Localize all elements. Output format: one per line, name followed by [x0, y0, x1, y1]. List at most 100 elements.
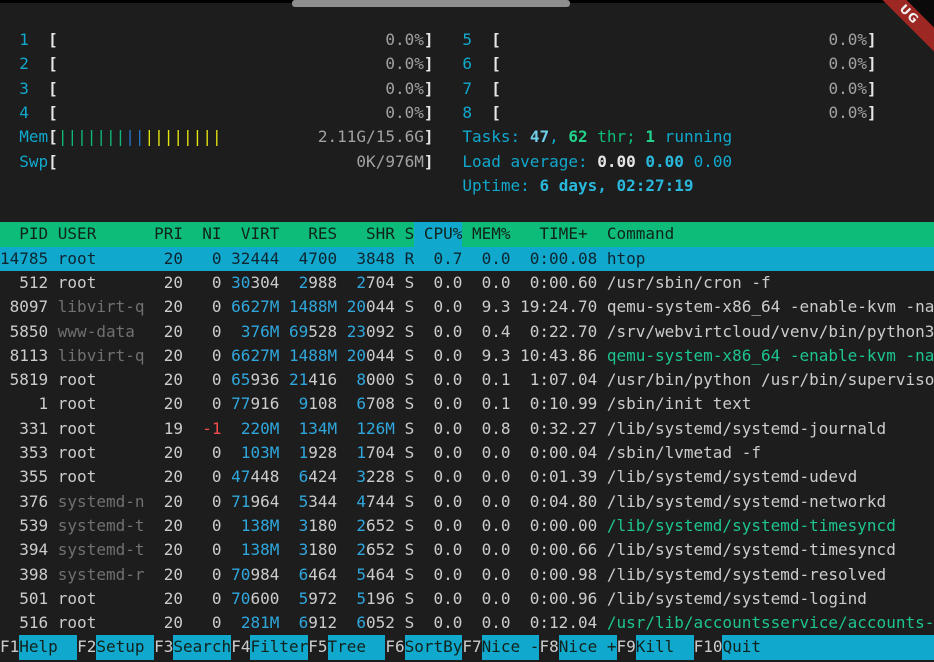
process-row-355[interactable]: 355 root 20 04744864243228 S 0.0 0.0 0:0… [0, 465, 934, 489]
cell-ni: 0 [183, 295, 222, 319]
fnkey-f5[interactable]: F5Tree [308, 635, 385, 659]
fnkey-f3[interactable]: F3Search [154, 635, 231, 659]
cell-user: root [48, 247, 144, 271]
cell-res: 4700 [279, 247, 337, 271]
fnkey-f10[interactable]: F10Quit [694, 635, 934, 659]
process-row-331[interactable]: 331 root 19 -1220M134M126M S 0.0 0.8 0:3… [0, 417, 934, 441]
cell-shr: 126M [337, 417, 395, 441]
cell-mem: 9.3 [462, 344, 510, 368]
fnkey-f9[interactable]: F9Kill [617, 635, 694, 659]
column-header-s[interactable]: S [395, 222, 414, 246]
process-row-539[interactable]: 539 systemd-t 20 0138M31802652 S 0.0 0.0… [0, 514, 934, 538]
process-row-398[interactable]: 398 systemd-r 20 07098464645464 S 0.0 0.… [0, 563, 934, 587]
cell-virt: 77916 [222, 392, 280, 416]
swap-meter: Swp[0K/976M] [0, 150, 434, 174]
cell-command: /sbin/init text [597, 392, 934, 416]
cell-shr: 5464 [337, 563, 395, 587]
cell-cpu: 0.0 [414, 344, 462, 368]
column-header-pid[interactable]: PID [0, 222, 48, 246]
cell-pid: 394 [0, 538, 48, 562]
cell-pid: 331 [0, 417, 48, 441]
fnkey-key: F5 [308, 635, 327, 659]
cell-cpu: 0.0 [414, 611, 462, 635]
fnkey-f7[interactable]: F7Nice - [462, 635, 539, 659]
process-row-1[interactable]: 1 root 20 07791691086708 S 0.0 0.1 0:10.… [0, 392, 934, 416]
cell-mem: 0.0 [462, 441, 510, 465]
cell-ni: 0 [183, 320, 222, 344]
fnkey-label: Nice + [559, 635, 617, 659]
process-row-5850[interactable]: 5850 www-data 20 0376M6952823092 S 0.0 0… [0, 320, 934, 344]
process-row-14785[interactable]: 14785 root 20 03244447003848 R 0.7 0.0 0… [0, 247, 934, 271]
cell-time: 0:00.08 [511, 247, 598, 271]
cell-mem: 0.1 [462, 392, 510, 416]
process-row-8097[interactable]: 8097 libvirt-q 20 06627M1488M20044 S 0.0… [0, 295, 934, 319]
column-header-mem[interactable]: MEM% [462, 222, 510, 246]
process-row-394[interactable]: 394 systemd-t 20 0138M31802652 S 0.0 0.0… [0, 538, 934, 562]
cell-shr: 23092 [337, 320, 395, 344]
cell-user: root [48, 392, 144, 416]
cell-virt: 281M [222, 611, 280, 635]
cpu-meter-4: 4 [0.0%] [0, 101, 434, 125]
cell-ni: 0 [183, 538, 222, 562]
cell-virt: 6627M [222, 344, 280, 368]
fnkey-label: Search [173, 635, 231, 659]
cell-pri: 20 [144, 392, 183, 416]
cell-command: /lib/systemd/systemd-networkd [597, 490, 934, 514]
cell-shr: 2652 [337, 514, 395, 538]
process-row-516[interactable]: 516 root 20 0281M69126052 S 0.0 0.0 0:12… [0, 611, 934, 635]
cell-ni: 0 [183, 490, 222, 514]
fnkey-f1[interactable]: F1Help [0, 635, 77, 659]
column-header-virt[interactable]: VIRT [222, 222, 280, 246]
cell-user: systemd-t [48, 538, 144, 562]
cell-command: /lib/systemd/systemd-journald [597, 417, 934, 441]
cell-virt: 71964 [222, 490, 280, 514]
cell-pri: 19 [144, 417, 183, 441]
fnkey-label: Help [19, 635, 77, 659]
cell-ni: 0 [183, 587, 222, 611]
cell-mem: 0.0 [462, 611, 510, 635]
process-row-8113[interactable]: 8113 libvirt-q 20 06627M1488M20044 S 0.0… [0, 344, 934, 368]
cell-state: R [395, 247, 414, 271]
cell-time: 1:07.04 [511, 368, 598, 392]
fnkey-f6[interactable]: F6SortBy [385, 635, 462, 659]
cell-time: 0:12.04 [511, 611, 598, 635]
cell-mem: 0.0 [462, 563, 510, 587]
column-header-user[interactable]: USER [48, 222, 144, 246]
process-row-353[interactable]: 353 root 20 0103M19281704 S 0.0 0.0 0:00… [0, 441, 934, 465]
cell-mem: 0.0 [462, 587, 510, 611]
column-header-time[interactable]: TIME+ [511, 222, 598, 246]
fnkey-f8[interactable]: F8Nice + [539, 635, 616, 659]
memory-meter: Mem[|||||||||||||||||2.11G/15.6G] [0, 125, 434, 149]
column-header-pri[interactable]: PRI [144, 222, 183, 246]
process-row-501[interactable]: 501 root 20 07060059725196 S 0.0 0.0 0:0… [0, 587, 934, 611]
cell-mem: 0.0 [462, 465, 510, 489]
cell-pid: 5850 [0, 320, 48, 344]
cell-virt: 376M [222, 320, 280, 344]
cell-res: 9108 [279, 392, 337, 416]
column-header-shr[interactable]: SHR [337, 222, 395, 246]
fnkey-key: F2 [77, 635, 96, 659]
htop-terminal: 1 [0.0%] 2 [0.0%] 3 [0.0%] 4 [0.0%] Mem[… [0, 0, 934, 662]
process-row-512[interactable]: 512 root 20 03030429882704 S 0.0 0.0 0:0… [0, 271, 934, 295]
fnkey-label: Setup [96, 635, 154, 659]
cell-pri: 20 [144, 320, 183, 344]
column-header-res[interactable]: RES [279, 222, 337, 246]
process-table: 14785 root 20 03244447003848 R 0.7 0.0 0… [0, 247, 934, 636]
fnkey-f4[interactable]: F4Filter [231, 635, 308, 659]
cell-state: S [395, 392, 414, 416]
cell-res: 6912 [279, 611, 337, 635]
cell-ni: 0 [183, 271, 222, 295]
cell-state: S [395, 368, 414, 392]
cell-res: 21416 [279, 368, 337, 392]
column-header-ni[interactable]: NI [183, 222, 222, 246]
process-row-376[interactable]: 376 systemd-n 20 07196453444744 S 0.0 0.… [0, 490, 934, 514]
process-row-5819[interactable]: 5819 root 20 065936214168000 S 0.0 0.1 1… [0, 368, 934, 392]
cell-user: root [48, 441, 144, 465]
column-header-cpu[interactable]: CPU% [414, 222, 462, 246]
cell-res: 3180 [279, 514, 337, 538]
cell-mem: 0.8 [462, 417, 510, 441]
cell-virt: 220M [222, 417, 280, 441]
fnkey-f2[interactable]: F2Setup [77, 635, 154, 659]
cell-pid: 5819 [0, 368, 48, 392]
column-header-cmd[interactable]: Command [597, 222, 934, 246]
